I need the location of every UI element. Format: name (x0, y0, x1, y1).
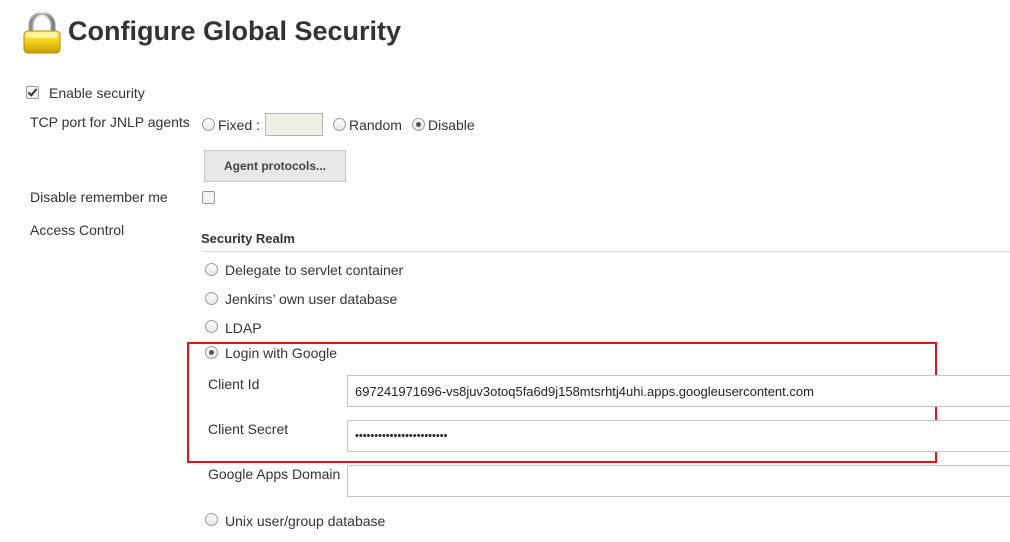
lock-icon (22, 11, 62, 54)
tcp-port-fixed-radio[interactable] (202, 118, 215, 131)
enable-security-checkbox[interactable] (26, 86, 39, 99)
client-secret-label: Client Secret (208, 421, 289, 437)
page-title: Configure Global Security (68, 16, 402, 46)
tcp-port-random-label: Random (349, 117, 402, 133)
realm-google-label: Login with Google (225, 345, 338, 361)
tcp-port-disable-radio[interactable] (412, 118, 425, 131)
enable-security-label: Enable security (49, 85, 145, 101)
realm-delegate-label: Delegate to servlet container (225, 262, 404, 278)
tcp-port-disable-label: Disable (428, 117, 475, 133)
realm-unix-radio[interactable] (205, 513, 218, 526)
disable-remember-me-checkbox[interactable] (202, 191, 215, 204)
security-realm-heading: Security Realm (201, 231, 295, 246)
realm-unix-label: Unix user/group database (225, 513, 386, 529)
tcp-port-fixed-input[interactable] (265, 113, 323, 136)
realm-ldap-radio[interactable] (205, 320, 218, 333)
google-apps-domain-input[interactable] (347, 465, 1010, 497)
tcp-port-fixed-label: Fixed : (218, 117, 261, 133)
security-realm-divider (201, 251, 1010, 252)
realm-delegate-radio[interactable] (205, 263, 218, 276)
realm-jenkins-db-label: Jenkins’ own user database (225, 291, 398, 307)
client-id-input[interactable]: 697241971696-vs8juv3otoq5fa6d9j158mtsrht… (347, 375, 1010, 407)
disable-remember-me-label: Disable remember me (30, 189, 168, 205)
client-id-label: Client Id (208, 376, 260, 392)
access-control-label: Access Control (30, 222, 125, 238)
google-apps-domain-label: Google Apps Domain (208, 466, 341, 482)
client-secret-input[interactable]: •••••••••••••••••••••••• (347, 420, 1010, 452)
agent-protocols-button[interactable]: Agent protocols... (204, 150, 346, 182)
realm-jenkins-db-radio[interactable] (205, 292, 218, 305)
realm-ldap-label: LDAP (225, 320, 262, 336)
tcp-port-random-radio[interactable] (333, 118, 346, 131)
tcp-port-label: TCP port for JNLP agents (30, 114, 190, 130)
realm-google-radio[interactable] (205, 346, 218, 359)
